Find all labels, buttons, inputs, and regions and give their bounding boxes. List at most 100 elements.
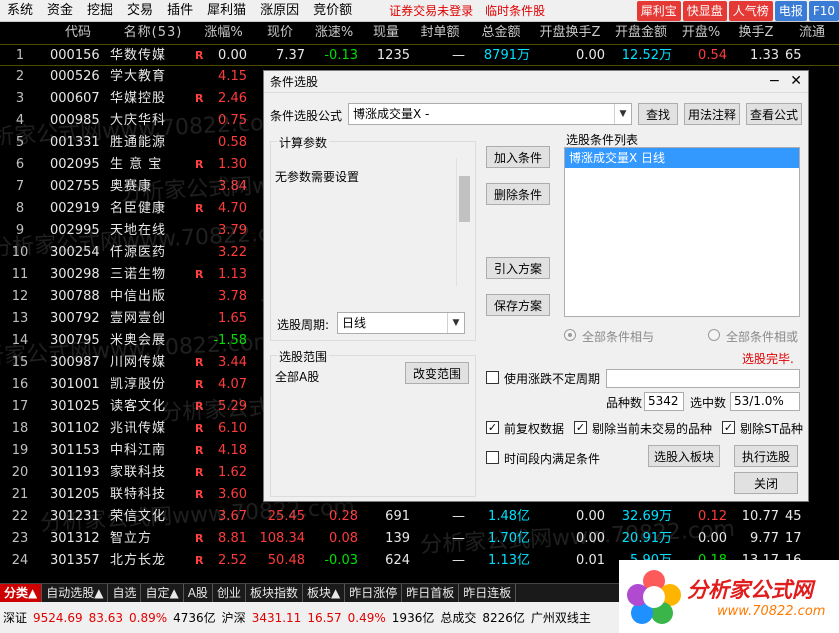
chevron-down-icon[interactable]: ▼ bbox=[447, 313, 464, 333]
change-percent: 2.46 bbox=[218, 91, 247, 106]
change-percent: 6.10 bbox=[218, 421, 247, 436]
sz-amount: 4736亿 bbox=[173, 611, 216, 625]
find-button[interactable]: 查找 bbox=[638, 103, 678, 125]
tab-item[interactable]: 分类▲ bbox=[0, 584, 43, 602]
uncertain-period-input[interactable] bbox=[606, 369, 800, 388]
exclude-st-label: 剔除ST品种 bbox=[740, 422, 803, 436]
add-condition-button[interactable]: 加入条件 bbox=[486, 146, 550, 168]
change-percent: 4.70 bbox=[218, 201, 247, 216]
radio-all-and[interactable] bbox=[564, 329, 576, 341]
close-icon[interactable]: ✕ bbox=[790, 73, 802, 89]
row-index: 1 bbox=[15, 48, 25, 63]
chevron-down-icon[interactable]: ▼ bbox=[614, 104, 631, 124]
params-scrollbar[interactable] bbox=[456, 158, 472, 286]
condition-list[interactable]: 博涨成交量X 日线 bbox=[564, 147, 800, 317]
tab-item[interactable]: 自选 bbox=[108, 584, 142, 602]
run-selection-button[interactable]: 执行选股 bbox=[734, 445, 798, 467]
menu-item[interactable]: 竞价额 bbox=[306, 0, 359, 22]
site-logo: 分析家公式网 www.70822.com bbox=[619, 560, 839, 633]
close-button[interactable]: 关闭 bbox=[734, 472, 798, 494]
table-row[interactable]: 1 000156 华数传媒 R 0.00 7.37 -0.13 1235—8791万 0.00 1… bbox=[0, 44, 839, 66]
volume: 1235 bbox=[376, 48, 410, 63]
column-header[interactable]: 现价 bbox=[255, 22, 305, 44]
minimize-icon[interactable]: − bbox=[769, 73, 781, 89]
tab-item[interactable]: 昨日连板 bbox=[459, 584, 517, 602]
change-range-button[interactable]: 改变范围 bbox=[405, 362, 469, 384]
import-plan-button[interactable]: 引入方案 bbox=[486, 257, 550, 279]
turnover: 1.33 bbox=[750, 48, 779, 63]
condition-list-item[interactable]: 博涨成交量X 日线 bbox=[565, 148, 799, 168]
dialog-titlebar[interactable]: 条件选股 bbox=[264, 71, 808, 93]
stock-code: 301312 bbox=[50, 531, 100, 546]
login-alert[interactable]: 证券交易未登录 bbox=[383, 0, 479, 22]
condition-alert[interactable]: 临时条件股 bbox=[479, 0, 551, 22]
news-ticker[interactable]: 广州双线主 bbox=[528, 609, 594, 626]
exclude-untraded-checkbox[interactable]: ✓ bbox=[574, 421, 587, 434]
delete-condition-button[interactable]: 删除条件 bbox=[486, 183, 550, 205]
tab-item[interactable]: 自动选股▲ bbox=[42, 584, 109, 602]
check-icon: ✓ bbox=[723, 421, 734, 434]
column-header[interactable]: 名称(53) bbox=[110, 22, 196, 44]
column-header[interactable]: 现量 bbox=[362, 22, 410, 44]
menu-item[interactable]: 系统 bbox=[0, 0, 40, 22]
toolbar-pill-button[interactable]: 犀利宝 bbox=[636, 1, 681, 21]
toolbar-pill-button[interactable]: 快显盘 bbox=[682, 1, 727, 21]
menu-item[interactable]: 涨原因 bbox=[253, 0, 306, 22]
dialog-title: 条件选股 bbox=[270, 75, 319, 89]
change-percent: 2.52 bbox=[218, 553, 247, 568]
range-group: 选股范围 全部A股 改变范围 bbox=[270, 348, 476, 497]
radio-all-or[interactable] bbox=[708, 329, 720, 341]
row-index: 15 bbox=[11, 355, 29, 370]
stock-name: 米奥会展 bbox=[110, 333, 167, 348]
column-header[interactable]: 开盘金额 bbox=[610, 22, 672, 44]
column-header[interactable]: 开盘% bbox=[675, 22, 727, 44]
time-segment-checkbox[interactable] bbox=[486, 451, 499, 464]
table-row[interactable]: 23 301312 智立方 R 8.81 108.34 0.08 139—1.70亿 0.00 2… bbox=[0, 528, 839, 550]
menu-item[interactable]: 资金 bbox=[40, 0, 80, 22]
tab-item[interactable]: 板块▲ bbox=[303, 584, 346, 602]
adjust-data-checkbox[interactable]: ✓ bbox=[486, 421, 499, 434]
view-formula-button[interactable]: 查看公式 bbox=[746, 103, 802, 125]
column-header[interactable]: 代码 bbox=[50, 22, 106, 44]
column-header[interactable]: 总金额 bbox=[472, 22, 530, 44]
params-group: 计算参数 无参数需要设置 选股周期: 日线 ▼ bbox=[270, 134, 476, 341]
menu-item[interactable]: 交易 bbox=[120, 0, 160, 22]
column-header[interactable]: 涨速% bbox=[310, 22, 358, 44]
change-percent: 5.29 bbox=[218, 399, 247, 414]
menu-item[interactable]: 挖掘 bbox=[80, 0, 120, 22]
change-percent: 3.84 bbox=[218, 179, 247, 194]
uncertain-period-checkbox[interactable] bbox=[486, 371, 499, 384]
formula-select[interactable]: 博涨成交量X - ▼ bbox=[348, 103, 632, 125]
usage-notes-button[interactable]: 用法注释 bbox=[684, 103, 740, 125]
tab-item[interactable]: 昨日首板 bbox=[402, 584, 460, 602]
condition-list-title: 选股条件列表 bbox=[566, 133, 639, 147]
params-text: 无参数需要设置 bbox=[275, 170, 360, 184]
tab-item[interactable]: 创业 bbox=[213, 584, 246, 602]
column-header[interactable]: 封单额 bbox=[415, 22, 465, 44]
tab-item[interactable]: 板块指数 bbox=[246, 584, 303, 602]
tab-item[interactable]: A股 bbox=[184, 584, 213, 602]
column-header[interactable]: 换手Z bbox=[733, 22, 779, 44]
to-block-button[interactable]: 选股入板块 bbox=[648, 445, 720, 467]
stock-name: 华媒控股 bbox=[110, 91, 167, 106]
done-status: 选股完毕. bbox=[742, 352, 794, 366]
column-header[interactable]: 开盘换手Z bbox=[535, 22, 605, 44]
exclude-st-checkbox[interactable]: ✓ bbox=[722, 421, 735, 434]
open-amount: 12.52万 bbox=[621, 48, 672, 63]
column-header[interactable] bbox=[0, 22, 40, 44]
speed: 0.28 bbox=[329, 509, 358, 524]
toolbar-pill-button[interactable]: 人气榜 bbox=[728, 1, 773, 21]
toolbar-pill-button[interactable]: 电报 bbox=[774, 1, 807, 21]
tab-item[interactable]: 自定▲ bbox=[141, 584, 184, 602]
toolbar-pill-button[interactable]: F10 bbox=[808, 1, 839, 21]
column-header[interactable]: 涨幅% bbox=[200, 22, 247, 44]
tab-item[interactable]: 昨日涨停 bbox=[345, 584, 403, 602]
column-header[interactable]: 流通 bbox=[785, 22, 839, 44]
save-plan-button[interactable]: 保存方案 bbox=[486, 294, 550, 316]
stock-code: 301102 bbox=[50, 421, 100, 436]
table-row[interactable]: 22 301231 荣信文化 3.67 25.45 0.28 691 — 1.48亿 0.00 32… bbox=[0, 506, 839, 528]
menu-item[interactable]: 插件 bbox=[160, 0, 200, 22]
period-select[interactable]: 日线 ▼ bbox=[337, 312, 465, 334]
table-header: 代码 名称(53) 涨幅% 现价 涨速% 现量 封单额 总金额 开盘换手Z 开盘金额 开盘% 换手Z 流… bbox=[0, 22, 839, 44]
menu-item[interactable]: 犀利猫 bbox=[200, 0, 253, 22]
